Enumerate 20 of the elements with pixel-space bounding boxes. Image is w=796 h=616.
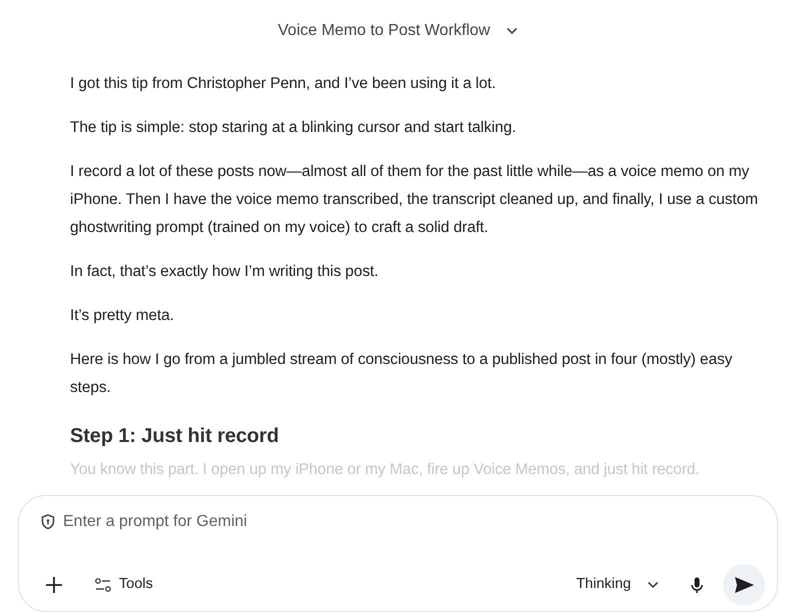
paragraph: In fact, that’s exactly how I’m writing this post. bbox=[70, 262, 380, 282]
faded-paragraph: You know this part. I open up my iPhone or my Mac, fire up Voice Memos, and just hit record. bbox=[70, 460, 700, 480]
conversation-title[interactable]: Voice Memo to Post Workflow bbox=[278, 19, 518, 43]
plus-icon bbox=[45, 576, 63, 594]
paragraph: Here is how I go from a jumbled stream of consciousness to a published post in four (mostly) easy steps. bbox=[70, 350, 734, 398]
section-heading: Step 1: Just hit record bbox=[70, 424, 280, 448]
paragraph: I got this tip from Christopher Penn, and I’ve been using it a lot. bbox=[70, 74, 497, 94]
paragraph: The tip is simple: stop staring at a blinking cursor and start talking. bbox=[70, 118, 518, 138]
chevron-down-icon bbox=[506, 27, 518, 35]
sliders-icon bbox=[95, 578, 111, 592]
tools-button[interactable]: Tools bbox=[91, 570, 157, 600]
mode-dropdown[interactable]: Thinking bbox=[572, 570, 663, 600]
microphone-icon bbox=[691, 576, 703, 594]
paragraph: It’s pretty meta. bbox=[70, 306, 175, 326]
send-button[interactable] bbox=[723, 564, 765, 606]
paragraph: I record a lot of these posts now—almost all of them for the past little while—as a voice memo on my iPhone. Then I have the voice memo transcribed, the transcript cleaned up, and finally, I use a custom ghostwriting prompt (trained on my voice) to craft a solid draft. bbox=[70, 162, 759, 238]
prompt-input[interactable]: Enter a prompt for Gemini bbox=[63, 510, 463, 534]
chevron-down-icon bbox=[647, 581, 659, 589]
shield-icon bbox=[41, 514, 55, 530]
send-icon bbox=[734, 577, 754, 593]
